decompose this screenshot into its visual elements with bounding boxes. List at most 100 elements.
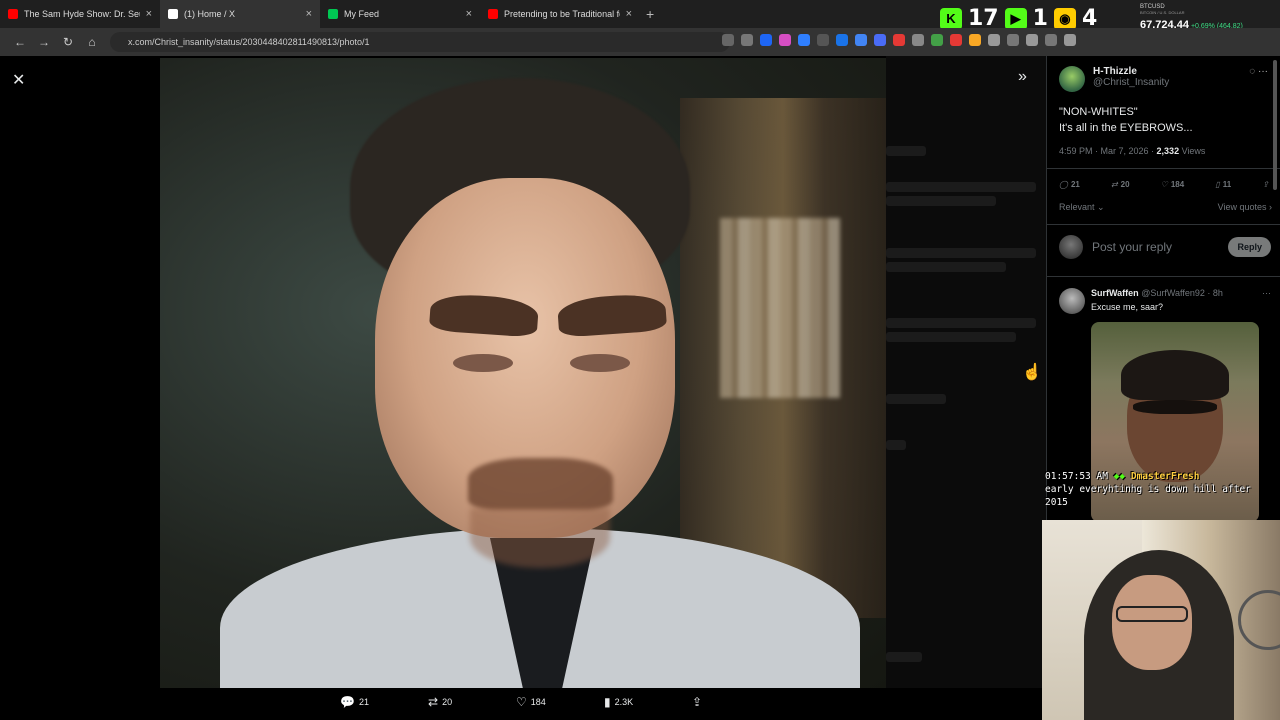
scrollbar[interactable] [1273, 60, 1277, 190]
extension-icon[interactable] [855, 34, 867, 46]
tab-close-icon[interactable]: × [146, 8, 152, 20]
back-icon[interactable]: ← [8, 35, 32, 49]
photo-background-books [720, 218, 840, 398]
tab-title: (1) Home / X [184, 9, 236, 19]
divider [1047, 276, 1280, 277]
post-header: H-Thizzle @Christ_Insanity [1059, 66, 1269, 92]
extension-icon[interactable] [779, 34, 791, 46]
chat-badges-icon: ◆◆ [1113, 471, 1126, 482]
share-icon: ⇪ [1262, 180, 1269, 189]
menu-icon[interactable] [1064, 34, 1076, 46]
stream-chat-message: 01:57:53 AM ◆◆ DmasterFresh early everyh… [1045, 470, 1275, 509]
dimmed-text [886, 182, 1036, 192]
extension-icon[interactable] [969, 34, 981, 46]
post-header-actions: ◌ ··· [1249, 66, 1268, 77]
avatar [1059, 235, 1083, 259]
media-eyebrow [1133, 400, 1217, 414]
post-meta: 4:59 PM · Mar 7, 2026 · 2,332 Views [1059, 146, 1205, 156]
extension-icon[interactable] [893, 34, 905, 46]
more-icon[interactable]: ··· [1262, 288, 1271, 298]
expand-icon[interactable]: » [1018, 68, 1027, 86]
browser-tab-1[interactable]: The Sam Hyde Show: Dr. Seuss × [0, 0, 160, 28]
reply-stat-count: 21 [1070, 180, 1080, 189]
grok-icon[interactable]: ◌ [1249, 66, 1255, 77]
tab-title: My Feed [344, 9, 380, 19]
extension-icon[interactable] [931, 34, 943, 46]
avatar[interactable] [1059, 66, 1085, 92]
tab-close-icon[interactable]: × [626, 8, 632, 20]
browser-tab-4[interactable]: Pretending to be Traditional for × [480, 0, 640, 28]
extension-icon[interactable] [950, 34, 962, 46]
post-text-line-1: "NON-WHITES" [1059, 106, 1138, 118]
photo-viewer: ✕ » 💬 21 ⇄ 20 ♡ 184 ▮ 2.3K ⇪ [0, 56, 1046, 720]
chat-message: early everyhtinhg is down hill after 201… [1045, 484, 1251, 508]
like-count: 184 [530, 697, 546, 707]
views-icon: ▮ [604, 695, 611, 709]
extension-icon[interactable] [817, 34, 829, 46]
hand-cursor-icon: ☝ [1022, 364, 1042, 381]
sort-replies-dropdown[interactable]: Relevant ⌄ [1059, 202, 1105, 213]
forward-icon[interactable]: → [32, 35, 56, 49]
play-icon: ▶ [1004, 7, 1027, 30]
reply-author-name[interactable]: SurfWaffen [1091, 288, 1139, 298]
history-icon[interactable] [1007, 34, 1019, 46]
extensions-puzzle-icon[interactable] [988, 34, 1000, 46]
retweet-icon: ⇄ [428, 695, 439, 709]
like-stat-count: 184 [1170, 180, 1185, 189]
like-icon: ♡ [1160, 180, 1168, 189]
views-action[interactable]: ▮ 2.3K [604, 695, 692, 709]
post-views-label: Views [1179, 146, 1206, 156]
avatar[interactable] [1059, 288, 1085, 314]
tab-close-icon[interactable]: × [466, 8, 472, 20]
extension-icon[interactable] [874, 34, 886, 46]
share-action[interactable]: ⇪ [692, 695, 780, 709]
post-photo[interactable] [160, 58, 886, 688]
webcam-face [1112, 575, 1192, 670]
browser-tab-3[interactable]: My Feed × [320, 0, 480, 28]
extension-icon[interactable] [1045, 34, 1057, 46]
author-name[interactable]: H-Thizzle [1059, 66, 1269, 77]
dimmed-text [886, 146, 926, 156]
more-icon[interactable]: ··· [1258, 66, 1268, 77]
post-timestamp[interactable]: 4:59 PM · Mar 7, 2026 · [1059, 146, 1157, 156]
extension-icon[interactable] [912, 34, 924, 46]
retweet-action[interactable]: ⇄ 20 [428, 695, 516, 709]
share-icon: ⇪ [692, 695, 703, 709]
install-icon[interactable] [722, 34, 734, 46]
new-tab-button[interactable]: + [646, 6, 654, 22]
youtube-favicon-icon [488, 9, 498, 19]
view-quotes-link[interactable]: View quotes › [1218, 202, 1272, 212]
home-icon[interactable]: ⌂ [80, 35, 104, 49]
browser-tab-2[interactable]: (1) Home / X × [160, 0, 320, 28]
reply-button[interactable]: Reply [1228, 237, 1271, 257]
bookmark-stat[interactable]: ▯ 11 [1215, 180, 1231, 189]
reply-action[interactable]: 💬 21 [340, 695, 428, 709]
retweet-count: 20 [442, 697, 453, 707]
bookmark-star-icon[interactable] [741, 34, 753, 46]
close-icon[interactable]: ✕ [12, 70, 25, 90]
youtube-favicon-icon [8, 9, 18, 19]
media-hair [1121, 350, 1229, 400]
repost-stat[interactable]: ⇄ 20 [1111, 180, 1130, 189]
like-action[interactable]: ♡ 184 [516, 695, 604, 709]
author-handle[interactable]: @Christ_Insanity [1059, 77, 1269, 88]
repost-icon: ⇄ [1110, 180, 1118, 189]
reply-input[interactable]: Post your reply [1092, 240, 1228, 254]
url-input[interactable]: x.com/Christ_insanity/status/20304484028… [110, 32, 730, 52]
reply-stat[interactable]: ◯ 21 [1059, 180, 1080, 189]
extension-icon[interactable] [760, 34, 772, 46]
share-stat[interactable]: ⇪ [1262, 180, 1269, 189]
reply-author-handle: @SurfWaffen92 · 8h [1141, 288, 1223, 298]
reply-author: SurfWaffen @SurfWaffen92 · 8h [1091, 288, 1223, 298]
tab-close-icon[interactable]: × [306, 8, 312, 20]
dimmed-text [886, 332, 1016, 342]
post-text-line-2: It's all in the EYEBROWS... [1059, 122, 1193, 134]
extensions-toolbar [722, 34, 1076, 46]
dimmed-text [886, 394, 946, 404]
like-stat[interactable]: ♡ 184 [1161, 180, 1185, 189]
reload-icon[interactable]: ↻ [56, 35, 80, 49]
extension-icon[interactable] [1026, 34, 1038, 46]
dimmed-text [886, 262, 1006, 272]
extension-icon[interactable] [836, 34, 848, 46]
extension-icon[interactable] [798, 34, 810, 46]
